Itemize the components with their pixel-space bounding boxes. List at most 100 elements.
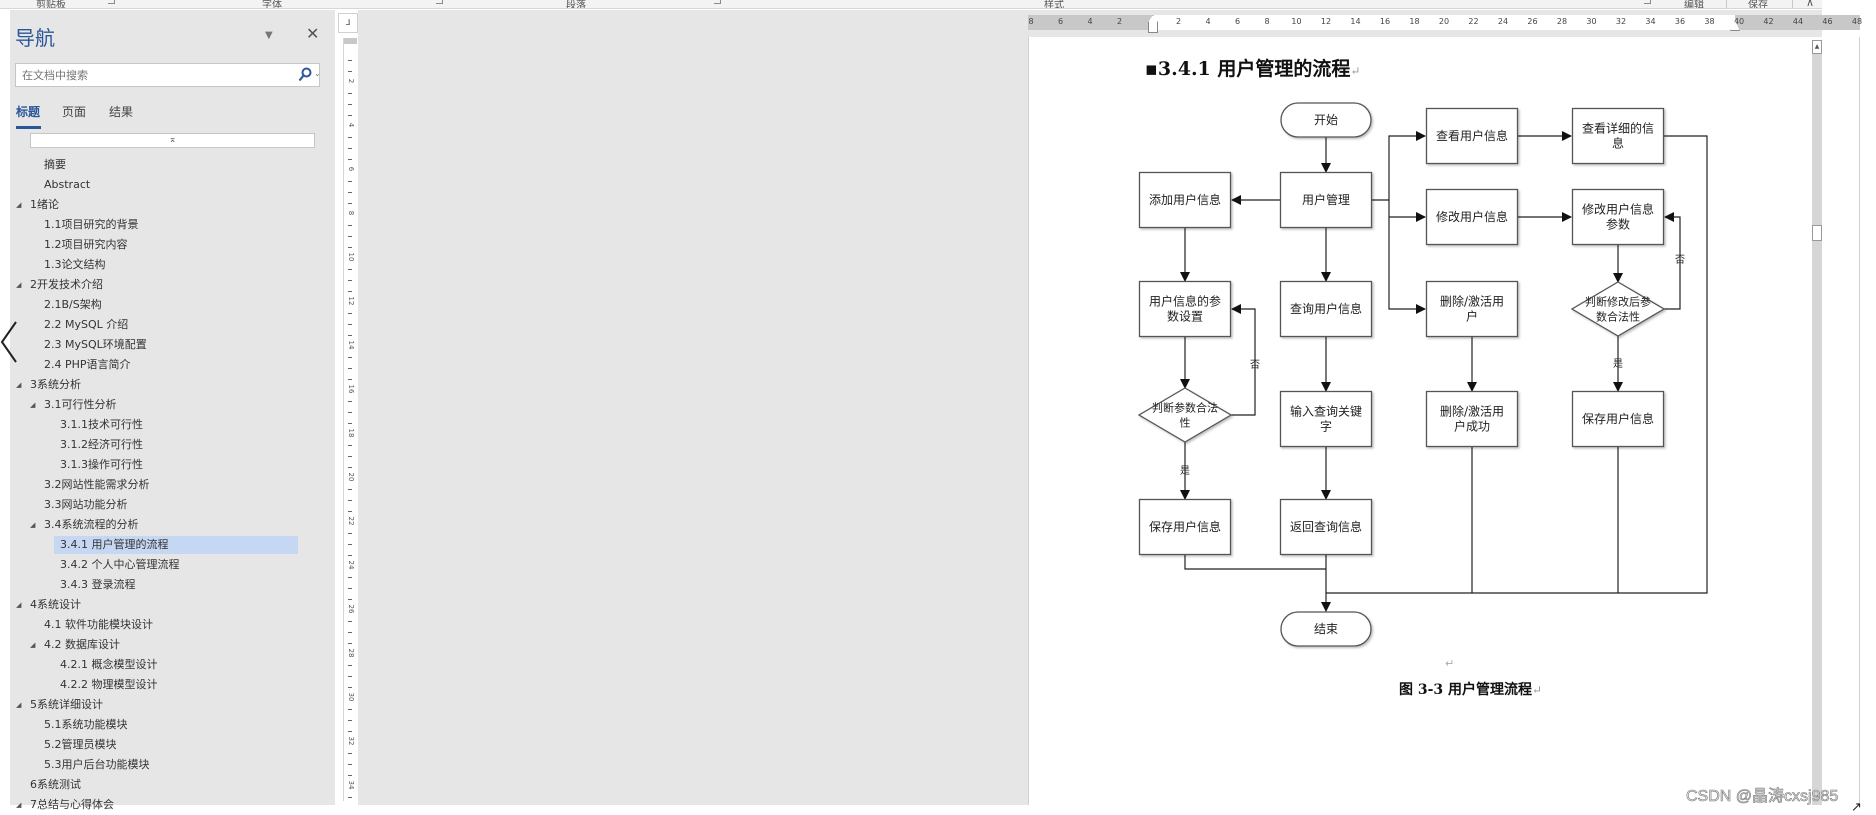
nav-tree-item[interactable]: 1.3论文结构 (30, 256, 106, 274)
nav-tree-item[interactable]: 5.3用户后台功能模块 (30, 756, 150, 774)
tab-pages[interactable]: 页面 (62, 103, 86, 120)
nav-tree-item[interactable]: 4.2.1 概念模型设计 (46, 656, 158, 674)
nav-tree-item[interactable]: Abstract (30, 176, 90, 194)
paragraph-launcher-icon[interactable] (714, 0, 721, 4)
flow-node-label: 删除/激活用 (1440, 294, 1504, 309)
nav-tree-item[interactable]: 2.2 MySQL 介绍 (30, 316, 128, 334)
nav-tree-item-label: 2.3 MySQL环境配置 (44, 338, 147, 351)
tab-results[interactable]: 结果 (109, 103, 133, 120)
nav-tree-item[interactable]: ◢ 1绪论 (16, 196, 59, 214)
document-page[interactable]: ▪3.4.1 用户管理的流程↵ 开始 用户管理 添加用户信息 用户信息的参 数设置 判断参… (1028, 37, 1860, 805)
expand-triangle-icon[interactable]: ◢ (16, 596, 30, 614)
ribbon-group-paragraph[interactable]: 段落 (566, 0, 586, 8)
search-icon[interactable] (298, 67, 312, 83)
ruler-number: 44 (1792, 17, 1804, 26)
ribbon-separator (1792, 0, 1793, 8)
vertical-scrollbar[interactable]: ▲ (1812, 40, 1822, 805)
search-options-chevron-icon[interactable]: ⌄ (314, 69, 321, 78)
nav-tree-item[interactable]: 5.1系统功能模块 (30, 716, 128, 734)
ruler-tick (348, 269, 352, 270)
empty-paragraph-mark: ↵ (1445, 657, 1455, 670)
nav-tree-item[interactable]: 2.4 PHP语言简介 (30, 356, 131, 374)
nav-tree-item[interactable]: 3.4.3 登录流程 (46, 576, 136, 594)
nav-tree-item[interactable]: 3.2网站性能需求分析 (30, 476, 150, 494)
nav-tree-item[interactable]: 1.1项目研究的背景 (30, 216, 139, 234)
styles-launcher-icon[interactable] (1644, 0, 1651, 4)
ribbon-collapse-icon[interactable]: ∧ (1806, 0, 1814, 8)
ruler-number: 12 (347, 296, 355, 306)
ribbon-group-save[interactable]: 保存 (1748, 0, 1768, 8)
nav-tree-item[interactable]: 摘要 (30, 156, 66, 174)
ribbon-group-font[interactable]: 字体 (262, 0, 282, 8)
nav-tree-item[interactable]: 1.2项目研究内容 (30, 236, 128, 254)
ribbon-group-styles[interactable]: 样式 (1044, 0, 1064, 8)
nav-tree-item[interactable]: ◢ 4.2 数据库设计 (30, 636, 120, 654)
nav-tree-item[interactable]: 4.2.2 物理模型设计 (46, 676, 158, 694)
ruler-tick (348, 511, 352, 512)
scrollbar-thumb[interactable] (1812, 225, 1822, 241)
expand-triangle-icon[interactable]: ◢ (30, 636, 44, 654)
nav-close-icon[interactable]: ✕ (306, 24, 319, 43)
font-launcher-icon[interactable] (436, 0, 443, 4)
expand-triangle-icon[interactable]: ◢ (16, 376, 30, 394)
nav-tree-item[interactable]: ◢ 2开发技术介绍 (16, 276, 103, 294)
nav-search-input[interactable] (16, 64, 286, 86)
expand-triangle-icon[interactable]: ◢ (30, 396, 44, 414)
nav-tree-item[interactable]: 2.1B/S架构 (30, 296, 102, 314)
flow-decision-diamond[interactable] (1137, 387, 1233, 443)
nav-tree-item[interactable]: 3.4.1 用户管理的流程 (54, 536, 298, 554)
nav-tree-item[interactable]: ◢ 3.4系统流程的分析 (30, 516, 139, 534)
nav-tree-item-label: 5.2管理员模块 (44, 738, 117, 751)
nav-tree-item[interactable]: 5.2管理员模块 (30, 736, 117, 754)
clipboard-launcher-icon[interactable] (108, 0, 115, 4)
ruler-tick (348, 104, 352, 105)
ruler-number: 34 (347, 780, 355, 790)
expand-arrow-icon[interactable]: ↗ (1851, 800, 1862, 815)
nav-tree-item[interactable]: 3.1.1技术可行性 (46, 416, 143, 434)
nav-tree-item[interactable]: 3.3网站功能分析 (30, 496, 128, 514)
nav-tree-item[interactable]: ◢ 5系统详细设计 (16, 696, 103, 714)
ruler-tick (348, 687, 352, 688)
expand-triangle-icon[interactable]: ◢ (16, 276, 30, 294)
nav-tree-item[interactable]: ◢ 4系统设计 (16, 596, 81, 614)
ruler-number: 46 (1822, 17, 1833, 26)
tab-stop-selector[interactable]: ⅃ (338, 13, 358, 33)
previous-image-chevron-icon[interactable] (0, 320, 18, 364)
nav-tree-item[interactable]: 3.1.3操作可行性 (46, 456, 143, 474)
flow-node-label: 判断修改后参 (1585, 295, 1651, 309)
nav-tree-item[interactable]: 3.1.2经济可行性 (46, 436, 143, 454)
ruler-number: 4 (1087, 17, 1093, 26)
horizontal-ruler[interactable]: 8 6 4 2 2 4 6 8 10 12 14 16 18 20 22 24 26 28 30 32 34 36 38 40… (1028, 15, 1862, 33)
nav-tree-item[interactable]: ◢ 3.1可行性分析 (30, 396, 117, 414)
ruler-tick (348, 335, 352, 336)
nav-tree-item-label: 4.2.1 概念模型设计 (60, 658, 158, 671)
nav-tree-item-label: 3.3网站功能分析 (44, 498, 128, 511)
tab-headings[interactable]: 标题 (16, 103, 40, 120)
ruler-tick (348, 643, 352, 644)
expand-triangle-icon[interactable]: ◢ (16, 696, 30, 714)
ruler-tick (348, 280, 352, 281)
ruler-number: 24 (347, 560, 355, 570)
edge-label-yes: 是 (1180, 465, 1190, 477)
nav-tree-item[interactable]: ◢ 7总结与心得体会 (16, 796, 114, 814)
nav-options-dropdown-icon[interactable]: ▼ (265, 30, 273, 41)
nav-tree-item-label: 3.1.3操作可行性 (60, 458, 143, 471)
ribbon-group-editing[interactable]: 编辑 (1684, 0, 1704, 8)
ruler-tick (348, 544, 352, 545)
scroll-up-arrow-icon[interactable]: ▲ (1812, 40, 1822, 54)
nav-tree-item[interactable]: 6系统测试 (16, 776, 81, 794)
nav-tree-item[interactable]: 3.4.2 个人中心管理流程 (46, 556, 180, 574)
expand-triangle-icon[interactable]: ◢ (16, 796, 30, 814)
collapse-all-button[interactable]: ⌅ (30, 133, 315, 148)
ribbon-group-clipboard[interactable]: 剪贴板 (36, 0, 66, 8)
flow-decision-diamond[interactable] (1570, 281, 1666, 337)
nav-tree-item-label: 5系统详细设计 (30, 698, 103, 711)
nav-tree-item-label: 4.2.2 物理模型设计 (60, 678, 158, 691)
nav-tree-item[interactable]: 2.3 MySQL环境配置 (30, 336, 147, 354)
nav-tree-item[interactable]: 4.1 软件功能模块设计 (30, 616, 153, 634)
expand-triangle-icon[interactable]: ◢ (16, 196, 30, 214)
expand-triangle-icon[interactable]: ◢ (30, 516, 44, 534)
nav-tree-item[interactable]: ◢ 3系统分析 (16, 376, 81, 394)
ruler-number: 26 (347, 604, 355, 614)
ruler-number: 18 (347, 428, 355, 438)
